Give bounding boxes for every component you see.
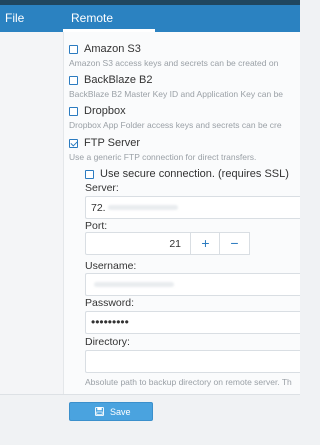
redacted-username-text bbox=[94, 282, 174, 287]
username-label: Username: bbox=[85, 260, 137, 272]
username-input[interactable] bbox=[85, 273, 300, 296]
port-value: 21 bbox=[169, 238, 181, 250]
amazon-s3-label: Amazon S3 bbox=[84, 43, 141, 55]
redacted-server-text bbox=[108, 205, 178, 210]
dropbox-checkbox[interactable] bbox=[69, 107, 78, 116]
port-decrement-button[interactable]: − bbox=[219, 232, 250, 255]
password-label: Password: bbox=[85, 297, 135, 309]
directory-label: Directory: bbox=[85, 336, 130, 348]
floppy-disk-icon bbox=[95, 407, 104, 416]
password-input[interactable]: ••••••••• bbox=[85, 311, 300, 334]
secure-connection-checkbox[interactable] bbox=[85, 170, 94, 179]
password-value: ••••••••• bbox=[91, 315, 129, 329]
dropbox-description: Dropbox App Folder access keys and secre… bbox=[69, 120, 282, 130]
ftp-server-label: FTP Server bbox=[84, 137, 141, 149]
directory-input[interactable] bbox=[85, 350, 300, 373]
footer-bar: Save bbox=[0, 394, 300, 445]
backblaze-b2-label: BackBlaze B2 bbox=[84, 74, 153, 86]
server-input[interactable]: 72. bbox=[85, 196, 300, 219]
backblaze-b2-checkbox[interactable] bbox=[69, 76, 78, 85]
ftp-server-description: Use a generic FTP connection for direct … bbox=[69, 152, 257, 162]
server-label: Server: bbox=[85, 182, 119, 194]
save-button[interactable]: Save bbox=[69, 402, 153, 421]
amazon-s3-checkbox[interactable] bbox=[69, 45, 78, 54]
sidebar bbox=[0, 32, 64, 394]
save-label: Save bbox=[110, 407, 131, 417]
amazon-s3-description: Amazon S3 access keys and secrets can be… bbox=[69, 58, 279, 68]
directory-hint: Absolute path to backup directory on rem… bbox=[85, 377, 292, 387]
tab-bar: File options Remote options bbox=[0, 5, 300, 51]
secure-connection-label: Use secure connection. (requires SSL) bbox=[100, 168, 289, 180]
dropbox-label: Dropbox bbox=[84, 105, 126, 117]
server-value: 72. bbox=[91, 202, 106, 214]
port-label: Port: bbox=[85, 220, 108, 232]
remote-options-panel: Amazon S3 Amazon S3 access keys and secr… bbox=[64, 32, 300, 394]
backblaze-b2-description: BackBlaze B2 Master Key ID and Applicati… bbox=[69, 89, 284, 99]
tab-remote-options[interactable]: Remote options bbox=[63, 5, 155, 51]
ftp-server-checkbox[interactable] bbox=[69, 139, 78, 148]
tab-file-options[interactable]: File options bbox=[0, 5, 63, 51]
port-stepper[interactable]: 21 + − bbox=[85, 232, 250, 255]
port-increment-button[interactable]: + bbox=[190, 232, 221, 255]
